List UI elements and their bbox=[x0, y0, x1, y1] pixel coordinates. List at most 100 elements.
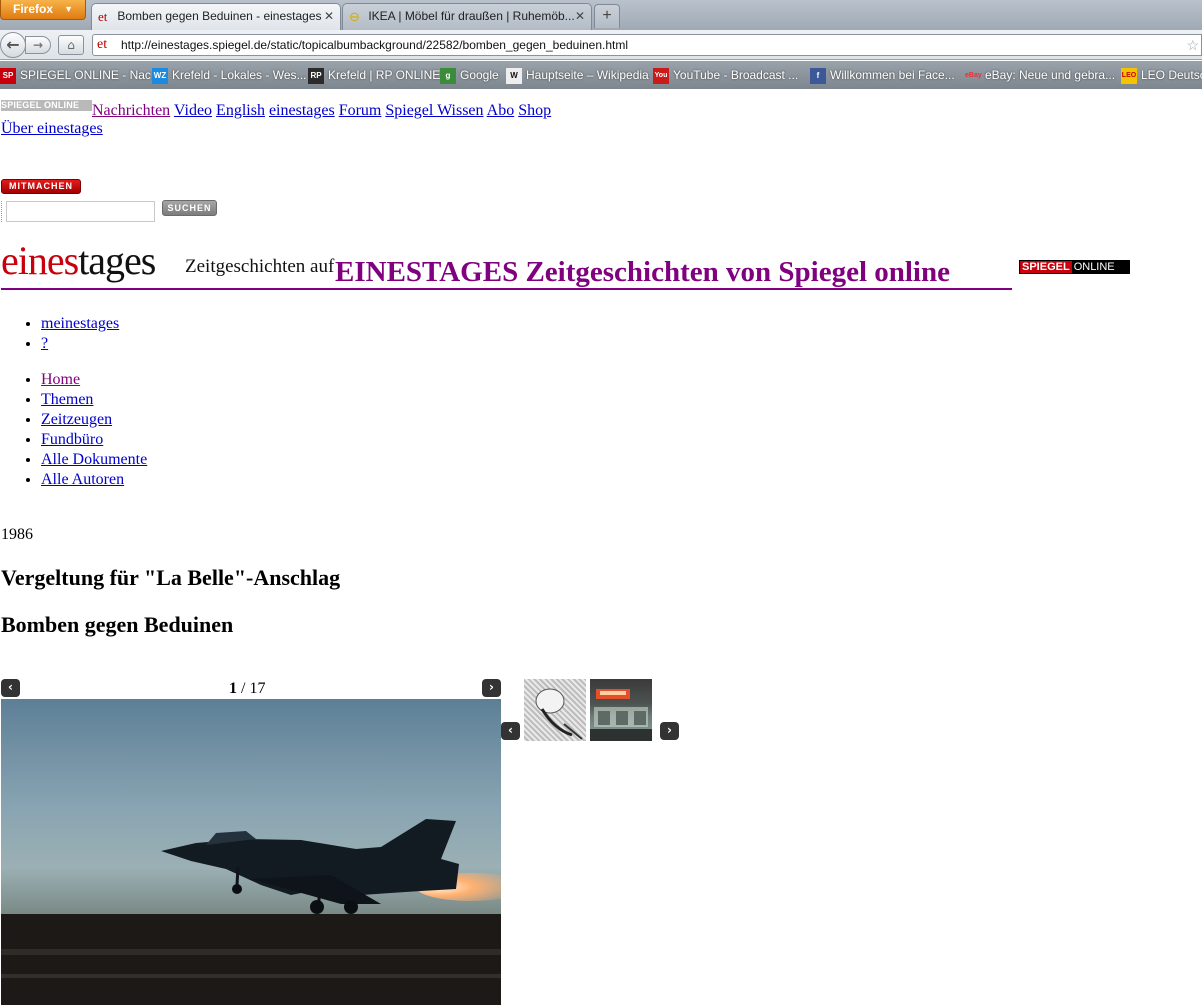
web-page: SPIEGEL ONLINE Nachrichten Video English … bbox=[0, 90, 1202, 1005]
list-item: Alle Autoren bbox=[41, 470, 147, 490]
brand-underline bbox=[1, 288, 1012, 290]
nav-link-nachrichten[interactable]: Nachrichten bbox=[92, 102, 170, 119]
about-einestages-link[interactable]: Über einestages bbox=[1, 120, 103, 138]
nav-alle-autoren-link[interactable]: Alle Autoren bbox=[41, 471, 124, 488]
gallery-total: 17 bbox=[249, 680, 266, 697]
firefox-menu-button[interactable]: Firefox ▼ bbox=[0, 0, 86, 20]
new-tab-button[interactable]: + bbox=[594, 4, 620, 28]
tab-bar: Firefox ▼ et Bomben gegen Beduinen - ein… bbox=[0, 0, 1202, 30]
gallery-main-photo[interactable] bbox=[1, 699, 501, 1005]
list-item: Home bbox=[41, 370, 147, 390]
brand-subtitle: Zeitgeschichten auf bbox=[185, 256, 335, 277]
nav-link-abo[interactable]: Abo bbox=[487, 102, 515, 119]
chevron-left-icon: ‹ bbox=[508, 723, 513, 737]
spiegel-online-logo-right[interactable]: SPIEGEL ONLINE bbox=[1019, 260, 1130, 274]
main-navigation-list: Home Themen Zeitzeugen Fundbüro Alle Dok… bbox=[0, 370, 147, 490]
nav-home-link[interactable]: Home bbox=[41, 371, 80, 388]
gallery-thumbnail[interactable] bbox=[524, 679, 586, 741]
search-divider bbox=[1, 201, 4, 222]
tab-ikea[interactable]: ⊖ IKEA | Möbel für draußen | Ruhemöb... … bbox=[342, 3, 592, 30]
tab-einestages[interactable]: et Bomben gegen Beduinen - einestages ✕ bbox=[91, 3, 341, 30]
nav-themen-link[interactable]: Themen bbox=[41, 391, 93, 408]
brand-header: einestages Zeitgeschichten auf EINESTAGE… bbox=[1, 238, 1141, 294]
firefox-menu-label: Firefox bbox=[13, 2, 54, 16]
list-item: Fundbüro bbox=[41, 430, 147, 450]
spiegel-online-icon: SP bbox=[0, 67, 16, 84]
article-year: 1986 bbox=[1, 526, 33, 543]
bookmark-rp-online[interactable]: RP Krefeld | RP ONLINE bbox=[308, 61, 440, 89]
bookmark-star-icon[interactable]: ☆ bbox=[1186, 35, 1199, 55]
nav-link-einestages[interactable]: einestages bbox=[269, 102, 335, 119]
logo-black-part: tages bbox=[78, 238, 156, 283]
rp-icon: RP bbox=[308, 67, 324, 84]
forward-button[interactable]: → bbox=[25, 36, 51, 54]
bookmark-label: SPIEGEL ONLINE - Nac... bbox=[20, 68, 161, 82]
back-button[interactable]: ← bbox=[0, 32, 26, 58]
article-kicker: Vergeltung für "La Belle"-Anschlag bbox=[1, 565, 341, 590]
nav-link-shop[interactable]: Shop bbox=[518, 102, 551, 119]
fighter-jet-photo bbox=[1, 819, 501, 1005]
bookmark-label: Hauptseite – Wikipedia bbox=[526, 68, 649, 82]
thumbnails-previous-button[interactable]: ‹ bbox=[501, 722, 520, 740]
top-navigation: SPIEGEL ONLINE Nachrichten Video English … bbox=[1, 100, 551, 121]
chevron-left-icon: ‹ bbox=[8, 680, 13, 694]
bookmark-label: LEO Deutsch bbox=[1141, 68, 1202, 82]
spiegel-online-logo[interactable]: SPIEGEL ONLINE bbox=[1, 100, 92, 111]
ikea-favicon-icon: ⊖ bbox=[349, 9, 360, 25]
bookmark-facebook[interactable]: f Willkommen bei Face... bbox=[810, 61, 955, 89]
mitmachen-button[interactable]: MITMACHEN bbox=[1, 179, 81, 194]
nav-link-forum[interactable]: Forum bbox=[339, 102, 382, 119]
list-item: ? bbox=[41, 334, 119, 354]
gallery-thumbnail[interactable] bbox=[590, 679, 652, 741]
gallery-previous-button[interactable]: ‹ bbox=[1, 679, 20, 697]
address-bar[interactable]: et http://einestages.spiegel.de/static/t… bbox=[92, 34, 1202, 56]
bookmark-google[interactable]: g Google bbox=[440, 61, 499, 89]
gallery-separator: / bbox=[241, 680, 246, 697]
thumbnail-image bbox=[535, 688, 583, 740]
site-favicon-icon: et bbox=[97, 37, 108, 52]
gallery-counter: 1 / 17 bbox=[229, 680, 265, 698]
list-item: Zeitzeugen bbox=[41, 410, 147, 430]
bookmark-spiegel-online[interactable]: SP SPIEGEL ONLINE - Nac... bbox=[0, 61, 161, 89]
chevron-down-icon: ▼ bbox=[64, 4, 73, 14]
nav-link-english[interactable]: English bbox=[216, 102, 265, 119]
brand-headline-link[interactable]: EINESTAGES Zeitgeschichten von Spiegel o… bbox=[335, 256, 950, 289]
bookmark-ebay[interactable]: eBay eBay: Neue und gebra... bbox=[965, 61, 1115, 89]
close-tab-icon[interactable]: ✕ bbox=[575, 4, 585, 29]
nav-link-video[interactable]: Video bbox=[174, 102, 212, 119]
search-button[interactable]: SUCHEN bbox=[162, 200, 217, 216]
nav-zeitzeugen-link[interactable]: Zeitzeugen bbox=[41, 411, 112, 428]
logo-red-part: SPIEGEL bbox=[1020, 261, 1072, 273]
nav-alle-dokumente-link[interactable]: Alle Dokumente bbox=[41, 451, 147, 468]
wikipedia-icon: W bbox=[506, 67, 522, 84]
list-item: Themen bbox=[41, 390, 147, 410]
nav-fundbuero-link[interactable]: Fundbüro bbox=[41, 431, 103, 448]
tab-title: IKEA | Möbel für draußen | Ruhemöb... bbox=[368, 9, 575, 23]
google-icon: g bbox=[440, 67, 456, 84]
einestages-favicon-icon: et bbox=[98, 9, 108, 25]
bookmark-label: Krefeld - Lokales - Wes... bbox=[172, 68, 307, 82]
nav-link-spiegel-wissen[interactable]: Spiegel Wissen bbox=[385, 102, 483, 119]
bookmark-leo[interactable]: LEO LEO Deutsch bbox=[1121, 61, 1202, 89]
thumbnail-image bbox=[590, 689, 652, 741]
bookmark-wikipedia[interactable]: W Hauptseite – Wikipedia bbox=[506, 61, 649, 89]
meinestages-link[interactable]: meinestages bbox=[41, 315, 119, 332]
close-tab-icon[interactable]: ✕ bbox=[324, 4, 334, 29]
gallery-next-button[interactable]: › bbox=[482, 679, 501, 697]
home-icon: ⌂ bbox=[67, 38, 75, 52]
search-input[interactable] bbox=[6, 201, 155, 222]
einestages-logo[interactable]: einestages bbox=[1, 238, 156, 284]
gallery-current: 1 bbox=[229, 680, 237, 697]
bookmarks-toolbar: SP SPIEGEL ONLINE - Nac... WZ Krefeld - Lo… bbox=[0, 61, 1202, 89]
bookmark-youtube[interactable]: You YouTube - Broadcast ... bbox=[653, 61, 798, 89]
thumbnails-next-button[interactable]: › bbox=[660, 722, 679, 740]
leo-icon: LEO bbox=[1121, 67, 1137, 84]
wz-icon: WZ bbox=[152, 67, 168, 84]
help-link[interactable]: ? bbox=[41, 335, 48, 352]
bookmark-label: Krefeld | RP ONLINE bbox=[328, 68, 441, 82]
youtube-icon: You bbox=[653, 67, 669, 84]
bookmark-label: Google bbox=[460, 68, 499, 82]
bookmark-label: eBay: Neue und gebra... bbox=[985, 68, 1116, 82]
bookmark-wz-krefeld[interactable]: WZ Krefeld - Lokales - Wes... bbox=[152, 61, 307, 89]
home-button[interactable]: ⌂ bbox=[58, 35, 84, 55]
